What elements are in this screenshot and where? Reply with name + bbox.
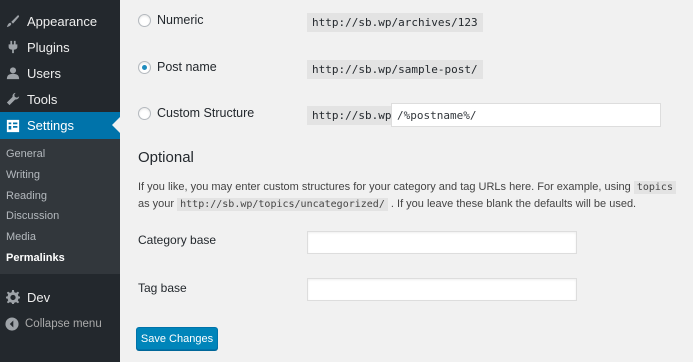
radio-custom-structure[interactable] — [138, 106, 151, 120]
collapse-menu-button[interactable]: Collapse menu — [0, 314, 120, 334]
collapse-menu-label: Collapse menu — [25, 318, 102, 330]
menu-item-users[interactable]: Users — [0, 60, 120, 86]
option-numeric[interactable]: Numeric — [138, 13, 204, 27]
custom-structure-prefix: http://sb.wp — [307, 106, 397, 125]
menu-label-appearance: Appearance — [27, 13, 98, 29]
desc-text-1: If you like, you may enter custom struct… — [138, 181, 631, 193]
menu-item-dev[interactable]: Dev — [0, 284, 120, 310]
sample-url-numeric: http://sb.wp/archives/123 — [307, 13, 483, 32]
menu-label-users: Users — [27, 65, 61, 81]
radio-selected-dot — [142, 64, 147, 70]
option-custom-structure[interactable]: Custom Structure — [138, 106, 254, 120]
optional-description: If you like, you may enter custom struct… — [138, 179, 690, 213]
tag-base-label: Tag base — [138, 281, 187, 295]
category-base-label: Category base — [138, 233, 217, 247]
menu-item-tools[interactable]: Tools — [0, 86, 120, 112]
menu-item-appearance[interactable]: Appearance — [0, 8, 120, 34]
admin-sidebar: Appearance Plugins Users Tools Settings … — [0, 0, 120, 362]
menu-label-dev: Dev — [27, 289, 51, 305]
settings-submenu: General Writing Reading Discussion Media… — [0, 139, 120, 274]
category-base-input[interactable] — [307, 231, 577, 254]
menu-label-settings: Settings — [27, 118, 74, 133]
settings-icon — [6, 119, 20, 133]
submenu-discussion[interactable]: Discussion — [6, 210, 59, 222]
label-post-name: Post name — [157, 60, 217, 74]
save-changes-button[interactable]: Save Changes — [136, 327, 218, 350]
submenu-reading[interactable]: Reading — [6, 190, 47, 202]
menu-item-plugins[interactable]: Plugins — [0, 34, 120, 60]
desc-code-topics: topics — [633, 181, 676, 194]
desc-text-3: . If you leave these blank the defaults … — [390, 198, 637, 210]
label-custom-structure: Custom Structure — [157, 106, 255, 120]
submenu-writing[interactable]: Writing — [6, 169, 40, 181]
menu-item-settings[interactable]: Settings — [0, 112, 120, 139]
submenu-permalinks[interactable]: Permalinks — [6, 252, 65, 264]
radio-post-name[interactable] — [138, 60, 151, 74]
desc-code-url: http://sb.wp/topics/uncategorized/ — [177, 198, 388, 211]
label-numeric: Numeric — [157, 13, 204, 27]
submenu-media[interactable]: Media — [6, 231, 36, 243]
submenu-general[interactable]: General — [6, 148, 45, 160]
user-icon — [6, 66, 20, 80]
sample-url-post-name: http://sb.wp/sample-post/ — [307, 60, 483, 79]
optional-heading: Optional — [138, 149, 194, 166]
custom-structure-input[interactable] — [391, 103, 661, 127]
option-post-name[interactable]: Post name — [138, 60, 217, 74]
plug-icon — [6, 40, 20, 54]
paintbrush-icon — [6, 14, 20, 28]
gear-icon — [6, 290, 20, 304]
tag-base-input[interactable] — [307, 278, 577, 301]
desc-text-2: as your — [138, 198, 175, 210]
radio-numeric[interactable] — [138, 13, 151, 27]
menu-label-plugins: Plugins — [27, 39, 70, 55]
menu-label-tools: Tools — [27, 91, 58, 107]
wrench-icon — [6, 92, 20, 106]
collapse-arrow-icon — [5, 317, 19, 331]
